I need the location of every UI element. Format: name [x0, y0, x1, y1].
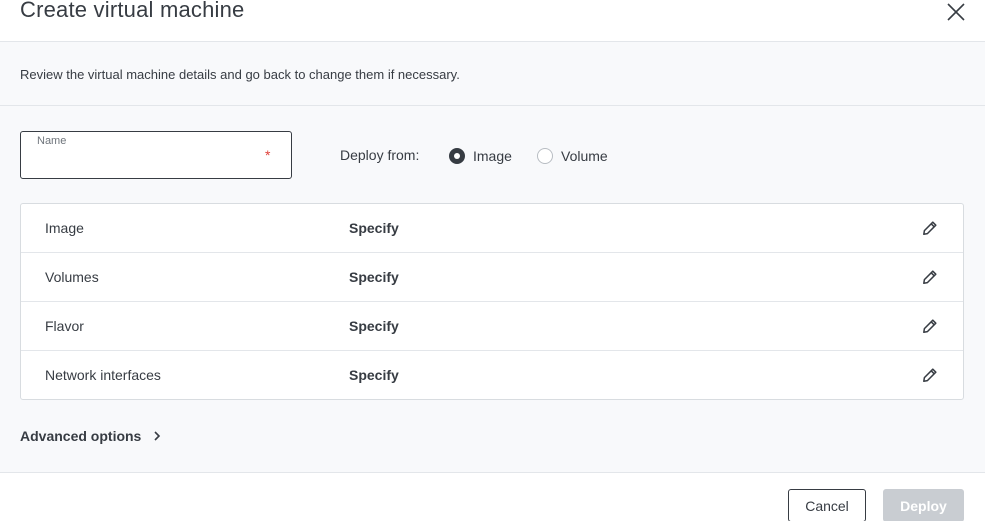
details-row-flavor: Flavor Specify	[21, 302, 963, 351]
edit-network-interfaces-button[interactable]	[921, 366, 939, 384]
dialog-footer: Cancel Deploy	[0, 472, 985, 521]
subtitle-band: Review the virtual machine details and g…	[0, 42, 985, 106]
deploy-from-label: Deploy from:	[340, 147, 420, 163]
name-field-label: Name	[37, 135, 67, 147]
detail-value: Specify	[349, 367, 399, 383]
detail-value: Specify	[349, 318, 399, 334]
chevron-right-icon	[153, 431, 161, 441]
dialog-title: Create virtual machine	[20, 0, 245, 22]
radio-volume-label: Volume	[561, 148, 608, 164]
edit-volumes-button[interactable]	[921, 268, 939, 286]
radio-volume-indicator[interactable]	[537, 148, 553, 164]
details-row-image: Image Specify	[21, 204, 963, 253]
details-row-volumes: Volumes Specify	[21, 253, 963, 302]
edit-image-button[interactable]	[921, 219, 939, 237]
detail-label: Network interfaces	[45, 367, 161, 383]
name-input[interactable]	[37, 152, 257, 172]
close-button[interactable]	[944, 0, 968, 24]
cancel-button[interactable]: Cancel	[788, 489, 866, 521]
deploy-button[interactable]: Deploy	[883, 489, 964, 521]
dialog-subtitle: Review the virtual machine details and g…	[20, 67, 460, 82]
detail-value: Specify	[349, 269, 399, 285]
create-vm-dialog: Create virtual machine Review the virtua…	[0, 0, 985, 521]
dialog-header: Create virtual machine	[0, 0, 985, 42]
close-icon	[947, 3, 965, 21]
edit-flavor-button[interactable]	[921, 317, 939, 335]
radio-image-label: Image	[473, 148, 512, 164]
pencil-icon	[923, 221, 937, 235]
details-row-network-interfaces: Network interfaces Specify	[21, 351, 963, 400]
pencil-icon	[923, 270, 937, 284]
radio-volume[interactable]: Volume	[537, 147, 608, 165]
dialog-body: Review the virtual machine details and g…	[0, 42, 985, 472]
advanced-options-label: Advanced options	[20, 428, 142, 444]
radio-image-indicator[interactable]	[449, 148, 465, 164]
detail-label: Flavor	[45, 318, 84, 334]
detail-label: Volumes	[45, 269, 99, 285]
detail-label: Image	[45, 220, 84, 236]
name-field[interactable]: Name *	[20, 131, 292, 179]
details-table: Image Specify Volumes Specify Flavor Spe…	[20, 203, 964, 400]
advanced-options-toggle[interactable]: Advanced options	[20, 427, 161, 445]
radio-image[interactable]: Image	[449, 147, 512, 165]
detail-value: Specify	[349, 220, 399, 236]
pencil-icon	[923, 319, 937, 333]
required-marker: *	[265, 147, 271, 163]
pencil-icon	[923, 368, 937, 382]
